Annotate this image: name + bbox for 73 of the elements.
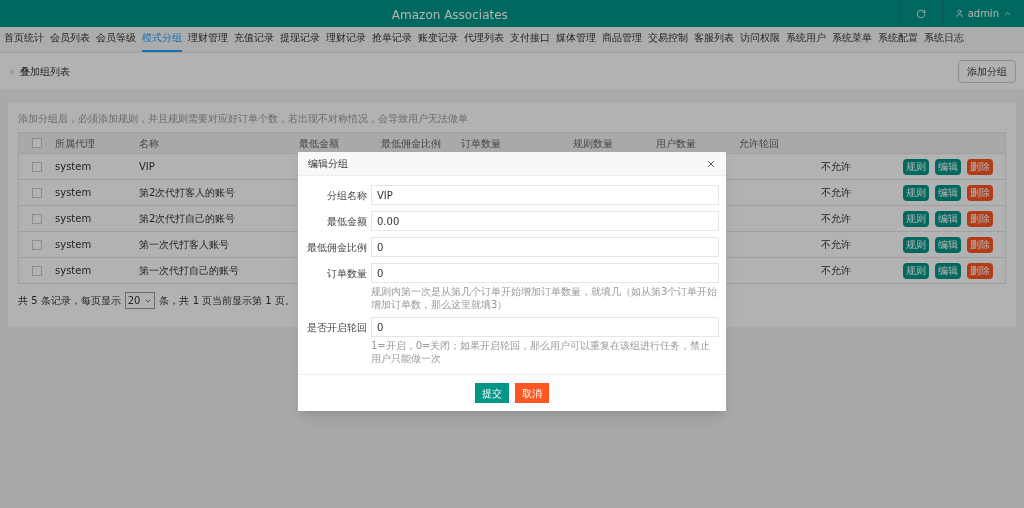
breadcrumb: 叠加组列表 <box>8 64 70 79</box>
nav-tab[interactable]: 支付接口 <box>510 30 550 52</box>
input-field[interactable]: 0 <box>371 263 719 283</box>
field-label: 分组名称 <box>327 188 367 203</box>
column-header: 最低佣金比例 <box>381 137 441 149</box>
nav-tab[interactable]: 系统配置 <box>878 30 918 52</box>
column-header: 订单数量 <box>461 137 501 149</box>
table-cell: 不允许 <box>821 161 851 172</box>
column-header: 规则数量 <box>573 137 613 149</box>
input-field[interactable]: VIP <box>371 185 719 205</box>
nav-tab[interactable]: 会员等级 <box>96 30 136 52</box>
table-cell: system <box>55 161 92 172</box>
row-checkbox[interactable] <box>32 161 42 172</box>
close-button[interactable] <box>706 158 716 169</box>
table-cell: 第一次代打自己的账号 <box>139 265 239 276</box>
row-checkbox[interactable] <box>32 187 42 198</box>
nav-tab[interactable]: 理财管理 <box>188 30 228 52</box>
input-field[interactable]: 0.00 <box>371 211 719 231</box>
dialog-title: 编辑分组 <box>308 157 348 171</box>
pager-text: 条，共 1 页当前显示第 1 页。 <box>159 294 295 308</box>
nav-tab[interactable]: 系统菜单 <box>832 30 872 52</box>
pager-text: 共 5 条记录，每页显示 <box>18 294 121 308</box>
nav-tab[interactable]: 商品管理 <box>602 30 642 52</box>
close-icon <box>706 158 716 169</box>
field-label: 订单数量 <box>327 266 367 281</box>
column-header: 最低金额 <box>299 137 339 149</box>
column-header: 所属代理 <box>55 137 95 149</box>
table-cell: 第2次代打自己的账号 <box>139 213 236 224</box>
nav-tab[interactable]: 充值记录 <box>234 30 274 52</box>
table-cell: 不允许 <box>821 239 851 250</box>
nav-tab[interactable]: 抢单记录 <box>372 30 412 52</box>
dialog-button[interactable]: 提交 <box>475 383 509 403</box>
nav-tab[interactable]: 会员列表 <box>50 30 90 52</box>
column-header: 名称 <box>139 137 159 149</box>
chevrons-icon <box>8 67 16 76</box>
page-size-select[interactable]: 20 <box>124 292 156 309</box>
nav-tab[interactable]: 账变记录 <box>418 30 458 52</box>
app-title: Amazon Associates <box>391 7 508 22</box>
input-field[interactable]: 0 <box>371 237 719 257</box>
field-label: 最低金额 <box>327 214 367 229</box>
row-checkbox[interactable] <box>32 265 42 276</box>
table-cell: 第2次代打客人的账号 <box>139 187 236 198</box>
nav-tab[interactable]: 访问权限 <box>740 30 780 52</box>
table-cell: system <box>55 187 92 198</box>
nav-tab[interactable]: 系统用户 <box>786 30 826 52</box>
input-field[interactable]: 0 <box>371 317 719 337</box>
row-checkbox[interactable] <box>32 213 42 224</box>
table-cell: 不允许 <box>821 265 851 276</box>
nav-tab[interactable]: 交易控制 <box>648 30 688 52</box>
table-cell: 第一次代打客人账号 <box>139 239 229 250</box>
column-header: 用户数量 <box>656 137 696 149</box>
field-label: 最低佣金比例 <box>307 240 367 255</box>
table-cell: system <box>55 213 92 224</box>
row-checkbox[interactable] <box>32 239 42 250</box>
nav-tab[interactable]: 媒体管理 <box>556 30 596 52</box>
column-header: 允许轮回 <box>739 137 779 149</box>
nav-tab[interactable]: 系统日志 <box>924 30 964 52</box>
nav-tab[interactable]: 理财记录 <box>326 30 366 52</box>
nav-tab[interactable]: 提现记录 <box>280 30 320 52</box>
caret-icon <box>1003 9 1012 18</box>
nav-tab[interactable]: 首页统计 <box>4 30 44 52</box>
user-icon <box>954 9 964 18</box>
refresh-icon <box>916 8 927 19</box>
table-cell: system <box>55 265 92 276</box>
add-group-button[interactable]: 添加分组 <box>958 60 1016 83</box>
nav-tab[interactable]: 代理列表 <box>464 30 504 52</box>
field-label: 是否开启轮回 <box>307 320 367 335</box>
table-cell: system <box>55 239 92 250</box>
header-checkbox[interactable] <box>32 138 42 148</box>
table-cell: VIP <box>139 161 155 172</box>
table-cell: 不允许 <box>821 213 851 224</box>
nav-tab[interactable]: 客服列表 <box>694 30 734 52</box>
table-cell: 不允许 <box>821 187 851 198</box>
